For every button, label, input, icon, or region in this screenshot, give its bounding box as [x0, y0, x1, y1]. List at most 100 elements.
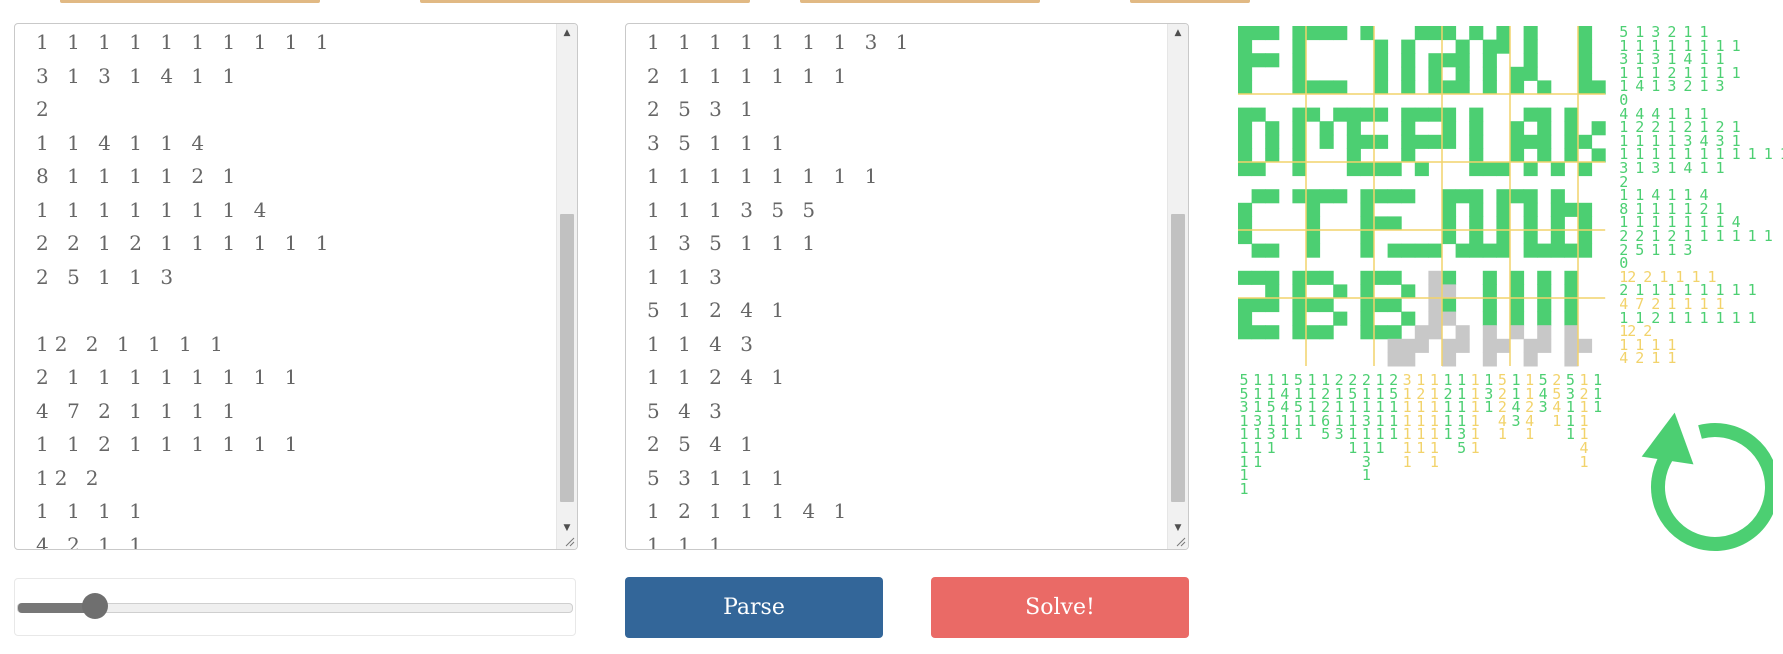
column-clues-textarea[interactable]: 1 1 1 1 1 1 1 3 1 2 1 1 1 1 1 1 2 5 3 1 3 5…: [625, 23, 1189, 550]
filled-cell: [1360, 202, 1375, 217]
filled-cell: [1346, 148, 1361, 163]
unknown-cell: [1564, 325, 1579, 340]
filled-cell: [1537, 80, 1552, 95]
column-clue: 1 1 1 1: [1307, 371, 1317, 430]
filled-cell: [1401, 39, 1416, 54]
filled-cell: [1306, 26, 1321, 41]
filled-cell: [1578, 243, 1593, 258]
column-clues-scrollbar[interactable]: ▲ ▼: [1167, 24, 1188, 549]
filled-cell: [1265, 270, 1280, 285]
filled-cell: [1537, 311, 1552, 326]
filled-cell: [1333, 311, 1348, 326]
filled-cell: [1387, 189, 1402, 204]
filled-cell: [1292, 189, 1307, 204]
filled-cell: [1387, 325, 1402, 340]
filled-cell: [1360, 311, 1375, 326]
filled-cell: [1523, 162, 1538, 177]
column-clue: 1 1 1 1 1 1: [1375, 371, 1385, 457]
filled-cell: [1319, 325, 1334, 340]
solve-button[interactable]: Solve!: [931, 577, 1189, 638]
scroll-up-icon[interactable]: ▲: [1168, 24, 1188, 42]
filled-cell: [1360, 284, 1375, 299]
filled-cell: [1306, 216, 1321, 231]
filled-cell: [1401, 134, 1416, 149]
column-clues-text[interactable]: 1 1 1 1 1 1 1 3 1 2 1 1 1 1 1 1 2 5 3 1 3 5…: [647, 26, 1164, 549]
filled-cell: [1251, 26, 1266, 41]
filled-cell: [1265, 148, 1280, 163]
filled-cell: [1238, 39, 1253, 54]
resize-grip-icon[interactable]: [563, 535, 575, 547]
filled-cell: [1591, 148, 1606, 163]
column-clue: 1 1 1: [1593, 371, 1603, 417]
parse-button[interactable]: Parse: [625, 577, 883, 638]
filled-cell: [1442, 121, 1457, 136]
filled-cell: [1469, 162, 1484, 177]
filled-cell: [1578, 66, 1593, 81]
col-clue-line: 2 1 1 1 1 1 1: [647, 63, 853, 88]
filled-cell: [1401, 284, 1416, 299]
filled-cell: [1292, 162, 1307, 177]
filled-cell: [1387, 243, 1402, 258]
filled-cell: [1265, 284, 1280, 299]
filled-cell: [1442, 134, 1457, 149]
filled-cell: [1333, 26, 1348, 41]
filled-cell: [1537, 270, 1552, 285]
page-header-clipped: [0, 0, 1783, 4]
unknown-cell: [1414, 325, 1429, 340]
filled-cell: [1578, 162, 1593, 177]
filled-cell: [1360, 325, 1375, 340]
unknown-cell: [1564, 352, 1579, 367]
col-clue-line: 1 1 2 4 1: [647, 365, 791, 389]
filled-cell: [1510, 66, 1525, 81]
col-clue-line: 5 4 3: [647, 398, 728, 423]
filled-cell: [1374, 298, 1389, 313]
resize-grip-icon[interactable]: [1174, 535, 1186, 547]
filled-cell: [1292, 66, 1307, 81]
filled-cell: [1578, 230, 1593, 245]
row-clues-text[interactable]: 1 1 1 1 1 1 1 1 1 1 3 1 3 1 4 1 1 2 1 1 4 1…: [36, 26, 553, 549]
filled-cell: [1564, 107, 1579, 122]
filled-cell: [1442, 107, 1457, 122]
column-clue: 1 2 1 1 1 4 1: [1579, 371, 1589, 471]
filled-cell: [1523, 216, 1538, 231]
filled-cell: [1401, 66, 1416, 81]
row-clues-scrollbar[interactable]: ▲ ▼: [556, 24, 577, 549]
row-clues-textarea[interactable]: 1 1 1 1 1 1 1 1 1 1 3 1 3 1 4 1 1 2 1 1 4 1…: [14, 23, 578, 550]
filled-cell: [1306, 80, 1321, 95]
filled-cell: [1455, 66, 1470, 81]
scroll-thumb[interactable]: [560, 214, 574, 502]
scroll-thumb[interactable]: [1171, 214, 1185, 502]
col-clue-line: 1 1 1 1 1 1 1 1: [647, 164, 884, 188]
filled-cell: [1374, 189, 1389, 204]
scroll-up-icon[interactable]: ▲: [557, 24, 577, 42]
filled-cell: [1265, 298, 1280, 313]
filled-cell: [1469, 243, 1484, 258]
filled-cell: [1414, 26, 1429, 41]
col-clue-line: 1 1 1 3 5 5: [647, 197, 822, 222]
filled-cell: [1238, 66, 1253, 81]
slider-thumb[interactable]: [81, 593, 108, 619]
col-clue-line: 5 1 2 4 1: [647, 298, 791, 322]
filled-cell: [1374, 325, 1389, 340]
filled-cell: [1265, 325, 1280, 340]
filled-cell: [1306, 243, 1321, 258]
filled-cell: [1537, 284, 1552, 299]
filled-cell: [1238, 162, 1253, 177]
column-clue: 1 2 2 6 5: [1321, 371, 1331, 444]
filled-cell: [1251, 243, 1266, 258]
filled-cell: [1496, 230, 1511, 245]
filled-cell: [1469, 26, 1484, 41]
row-clue-line: 3 1 3 1 4 1 1: [36, 63, 242, 88]
filled-cell: [1292, 80, 1307, 95]
filled-cell: [1523, 189, 1538, 204]
filled-cell: [1469, 230, 1484, 245]
filled-cell: [1496, 189, 1511, 204]
row-clue-line: 12 2: [36, 465, 105, 490]
filled-cell: [1238, 107, 1253, 122]
filled-cell: [1442, 53, 1457, 68]
speed-slider[interactable]: [14, 578, 576, 636]
filled-cell: [1238, 121, 1253, 136]
refresh-icon[interactable]: [1628, 412, 1773, 562]
unknown-cell: [1455, 338, 1470, 353]
column-clue: 5 2 2 4 1: [1497, 371, 1507, 444]
